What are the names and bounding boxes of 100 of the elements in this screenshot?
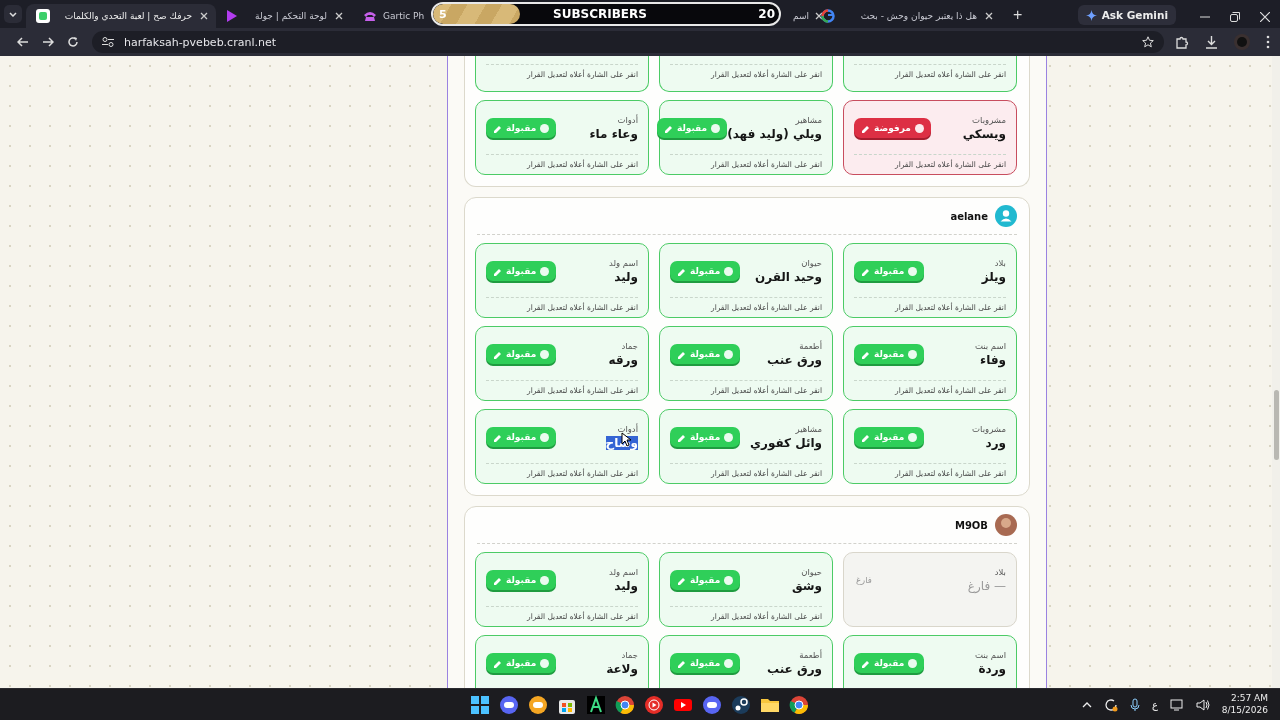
browser-icon[interactable] — [789, 694, 809, 715]
music-player-icon[interactable] — [644, 694, 664, 715]
category-label: مشروبات — [972, 115, 1006, 125]
answer-text: ورق عنب — [766, 662, 822, 676]
network-icon[interactable] — [1169, 698, 1184, 711]
browser-tab[interactable]: حرفك صح | لعبة التحدي والكلمات — [26, 4, 216, 28]
avatar-photo-placeholder — [995, 514, 1017, 536]
close-icon[interactable] — [1260, 12, 1270, 22]
circle-icon — [711, 123, 721, 133]
scrollbar[interactable] — [1272, 56, 1280, 688]
accepted-badge[interactable]: مقبولة — [670, 427, 741, 447]
new-tab-button[interactable]: + — [1009, 6, 1027, 24]
category-label: أطعمة — [799, 341, 822, 351]
rejected-badge[interactable]: مرفوضة — [854, 118, 931, 138]
accepted-badge[interactable]: مقبولة — [854, 427, 925, 447]
ask-gemini-button[interactable]: Ask Gemini — [1077, 5, 1176, 25]
user-avatar-icon — [995, 205, 1017, 227]
clock-date[interactable]: 8/15/2026 — [1221, 704, 1268, 716]
microphone-icon[interactable] — [1129, 697, 1140, 712]
answer-text: ويلي (وليد فهد) — [727, 127, 822, 141]
accepted-badge[interactable]: مقبولة — [486, 570, 557, 590]
reload-icon[interactable] — [67, 36, 80, 48]
answer-text: ويسكي — [962, 127, 1006, 141]
category-label: مشاهير — [795, 424, 822, 434]
category-label: جماد — [621, 650, 638, 660]
clock-time[interactable]: 2:57 AM — [1231, 693, 1268, 705]
circle-icon — [908, 266, 918, 276]
close-icon[interactable] — [200, 12, 208, 20]
restore-icon[interactable] — [1230, 12, 1240, 22]
category-label: اسم بنت — [974, 650, 1006, 660]
answer-text: ويلز — [981, 270, 1006, 284]
address-bar[interactable]: harfaksah-pvebeb.cranl.net — [92, 31, 1164, 53]
category-label: بلاد — [994, 567, 1006, 577]
more-options-icon[interactable] — [1266, 35, 1270, 49]
start-icon[interactable] — [470, 694, 490, 715]
goal-label: SUBSCRIBERS — [553, 7, 647, 21]
download-icon[interactable] — [1205, 35, 1218, 49]
category-label: اسم ولد — [609, 258, 638, 268]
play-icon — [226, 9, 238, 23]
letter-a-app-icon[interactable] — [586, 694, 606, 715]
answer-text: ورد — [985, 436, 1006, 450]
browser-tab[interactable]: لوحة التحكم | جولة — [216, 4, 351, 28]
circle-icon — [540, 123, 550, 133]
tab-list-button[interactable] — [4, 5, 22, 23]
volume-icon[interactable] — [1195, 698, 1210, 711]
close-icon[interactable] — [335, 12, 343, 20]
circle-icon — [914, 123, 924, 133]
browser-icon[interactable] — [615, 694, 635, 715]
browser-tab[interactable]: Gartic Ph — [351, 4, 431, 28]
close-icon[interactable] — [985, 12, 993, 20]
browser-tab[interactable]: اسم — [781, 4, 811, 28]
puzzle-piece-icon[interactable] — [1176, 35, 1189, 49]
accepted-badge[interactable]: مقبولة — [854, 653, 925, 673]
telephone-icon — [363, 10, 377, 22]
player-name: M9OB — [954, 519, 988, 531]
circle-icon — [724, 658, 734, 668]
accepted-badge[interactable]: مقبولة — [656, 118, 728, 138]
accepted-badge[interactable]: مقبولة — [486, 344, 557, 364]
circle-icon — [540, 432, 550, 442]
answer-text: وعاء ماء — [589, 127, 638, 141]
category-label: مشاهير — [795, 115, 822, 125]
circle-icon — [540, 575, 550, 585]
site-settings-icon[interactable] — [102, 37, 114, 47]
browser-tab[interactable]: هل ذا يعتبر حيوان وحش - بحث — [811, 4, 1001, 28]
answer-text: وائل كفوري — [750, 436, 822, 450]
answer-text: وفاء — [980, 353, 1006, 367]
input-language[interactable]: ع — [1151, 699, 1158, 710]
google-icon — [821, 9, 835, 23]
chevron-down-icon — [9, 11, 17, 17]
circle-icon — [724, 266, 734, 276]
accepted-badge[interactable]: مقبولة — [486, 118, 557, 138]
close-icon[interactable] — [815, 12, 824, 20]
chevron-up-icon[interactable] — [1081, 701, 1092, 708]
category-label: جماد — [621, 341, 638, 351]
category-label: حيوان — [801, 567, 822, 577]
accepted-badge[interactable]: مقبولة — [670, 344, 741, 364]
forward-arrow-icon[interactable] — [42, 36, 54, 48]
circle-icon — [540, 349, 550, 359]
circle-icon — [724, 432, 734, 442]
accepted-badge[interactable]: مقبولة — [670, 570, 741, 590]
category-label: أدوات — [617, 115, 638, 125]
star-icon[interactable] — [1142, 36, 1154, 48]
app-logo-icon — [36, 9, 50, 23]
accepted-badge[interactable]: مقبولة — [670, 261, 741, 281]
back-arrow-icon[interactable] — [16, 36, 29, 48]
subscriber-count: 5 — [439, 7, 447, 21]
accepted-badge[interactable]: مقبولة — [854, 344, 925, 364]
answer-text: وشق — [791, 579, 822, 593]
scrollbar-thumb[interactable] — [1274, 390, 1279, 460]
sparkle-icon — [1085, 9, 1097, 21]
accepted-badge[interactable]: مقبولة — [486, 427, 557, 447]
accepted-badge[interactable]: مقبولة — [854, 261, 925, 281]
accepted-badge[interactable]: مقبولة — [486, 653, 557, 673]
steam-icon[interactable] — [731, 694, 751, 715]
sync-icon[interactable] — [1103, 697, 1118, 712]
accepted-badge[interactable]: مقبولة — [670, 653, 741, 673]
accepted-badge[interactable]: مقبولة — [486, 261, 557, 281]
category-label: بلاد — [994, 258, 1006, 268]
answer-text: ولاعة — [606, 662, 638, 676]
category-label: اسم ولد — [609, 567, 638, 577]
